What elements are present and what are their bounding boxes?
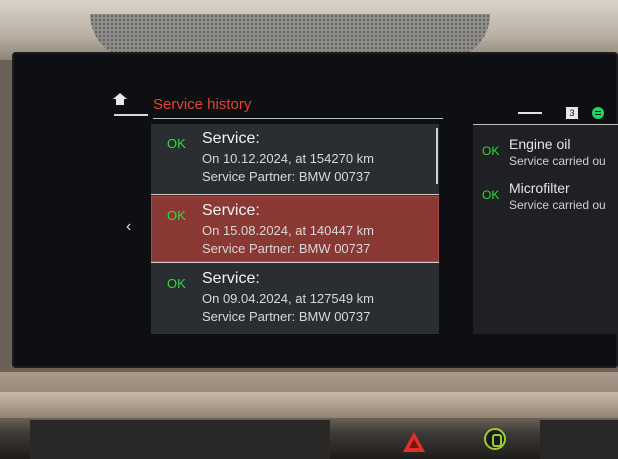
list-item-service-1[interactable]: OK Service: On 10.12.2024, at 154270 km …	[151, 124, 439, 190]
item-date-mileage: On 15.08.2024, at 140447 km	[202, 223, 375, 238]
wood-trim-strip	[0, 392, 618, 418]
status-bar: 3	[518, 106, 608, 122]
home-underline	[114, 114, 148, 116]
ok-badge: OK	[482, 144, 500, 158]
list-scrollbar[interactable]	[436, 128, 438, 184]
chevron-left-icon[interactable]: ‹	[126, 218, 140, 236]
title-underline	[153, 118, 443, 119]
item-service-partner: Service Partner: BMW 00737	[202, 241, 371, 256]
ok-badge: OK	[482, 188, 500, 202]
home-icon[interactable]	[113, 93, 127, 107]
list-item-service-3[interactable]: OK Service: On 09.04.2024, at 127549 km …	[151, 264, 439, 330]
hazard-warning-icon[interactable]	[403, 432, 425, 452]
item-heading: Service:	[202, 130, 260, 147]
service-item-engine-oil[interactable]: OK Engine oil Service carried ou	[473, 126, 618, 170]
notification-count-badge: 3	[566, 107, 578, 119]
item-heading: Service:	[202, 202, 260, 219]
service-item-status: Service carried ou	[509, 198, 606, 212]
page-title: Service history	[153, 96, 252, 113]
service-item-status: Service carried ou	[509, 154, 606, 168]
status-indicator	[518, 112, 542, 114]
list-divider	[151, 262, 439, 263]
list-item-service-2[interactable]: OK Service: On 15.08.2024, at 140447 km …	[151, 196, 439, 262]
item-heading: Service:	[202, 270, 260, 287]
ok-badge: OK	[167, 136, 186, 151]
parking-assist-button[interactable]	[484, 428, 506, 450]
panel-divider	[473, 124, 618, 125]
service-item-title: Engine oil	[509, 136, 571, 152]
item-service-partner: Service Partner: BMW 00737	[202, 309, 371, 324]
service-history-list[interactable]: OK Service: On 10.12.2024, at 154270 km …	[151, 124, 439, 334]
list-divider	[151, 194, 439, 195]
item-service-partner: Service Partner: BMW 00737	[202, 169, 371, 184]
air-vent-right	[540, 420, 618, 459]
service-items-panel: OK Engine oil Service carried ou OK Micr…	[473, 124, 618, 334]
ok-badge: OK	[167, 208, 186, 223]
service-item-title: Microfilter	[509, 180, 570, 196]
spotify-icon	[592, 107, 604, 119]
air-vent-left	[30, 420, 330, 459]
item-date-mileage: On 10.12.2024, at 154270 km	[202, 151, 375, 166]
service-item-microfilter[interactable]: OK Microfilter Service carried ou	[473, 170, 618, 214]
ok-badge: OK	[167, 276, 186, 291]
dashboard-trim-top	[0, 0, 618, 60]
item-date-mileage: On 09.04.2024, at 127549 km	[202, 291, 375, 306]
